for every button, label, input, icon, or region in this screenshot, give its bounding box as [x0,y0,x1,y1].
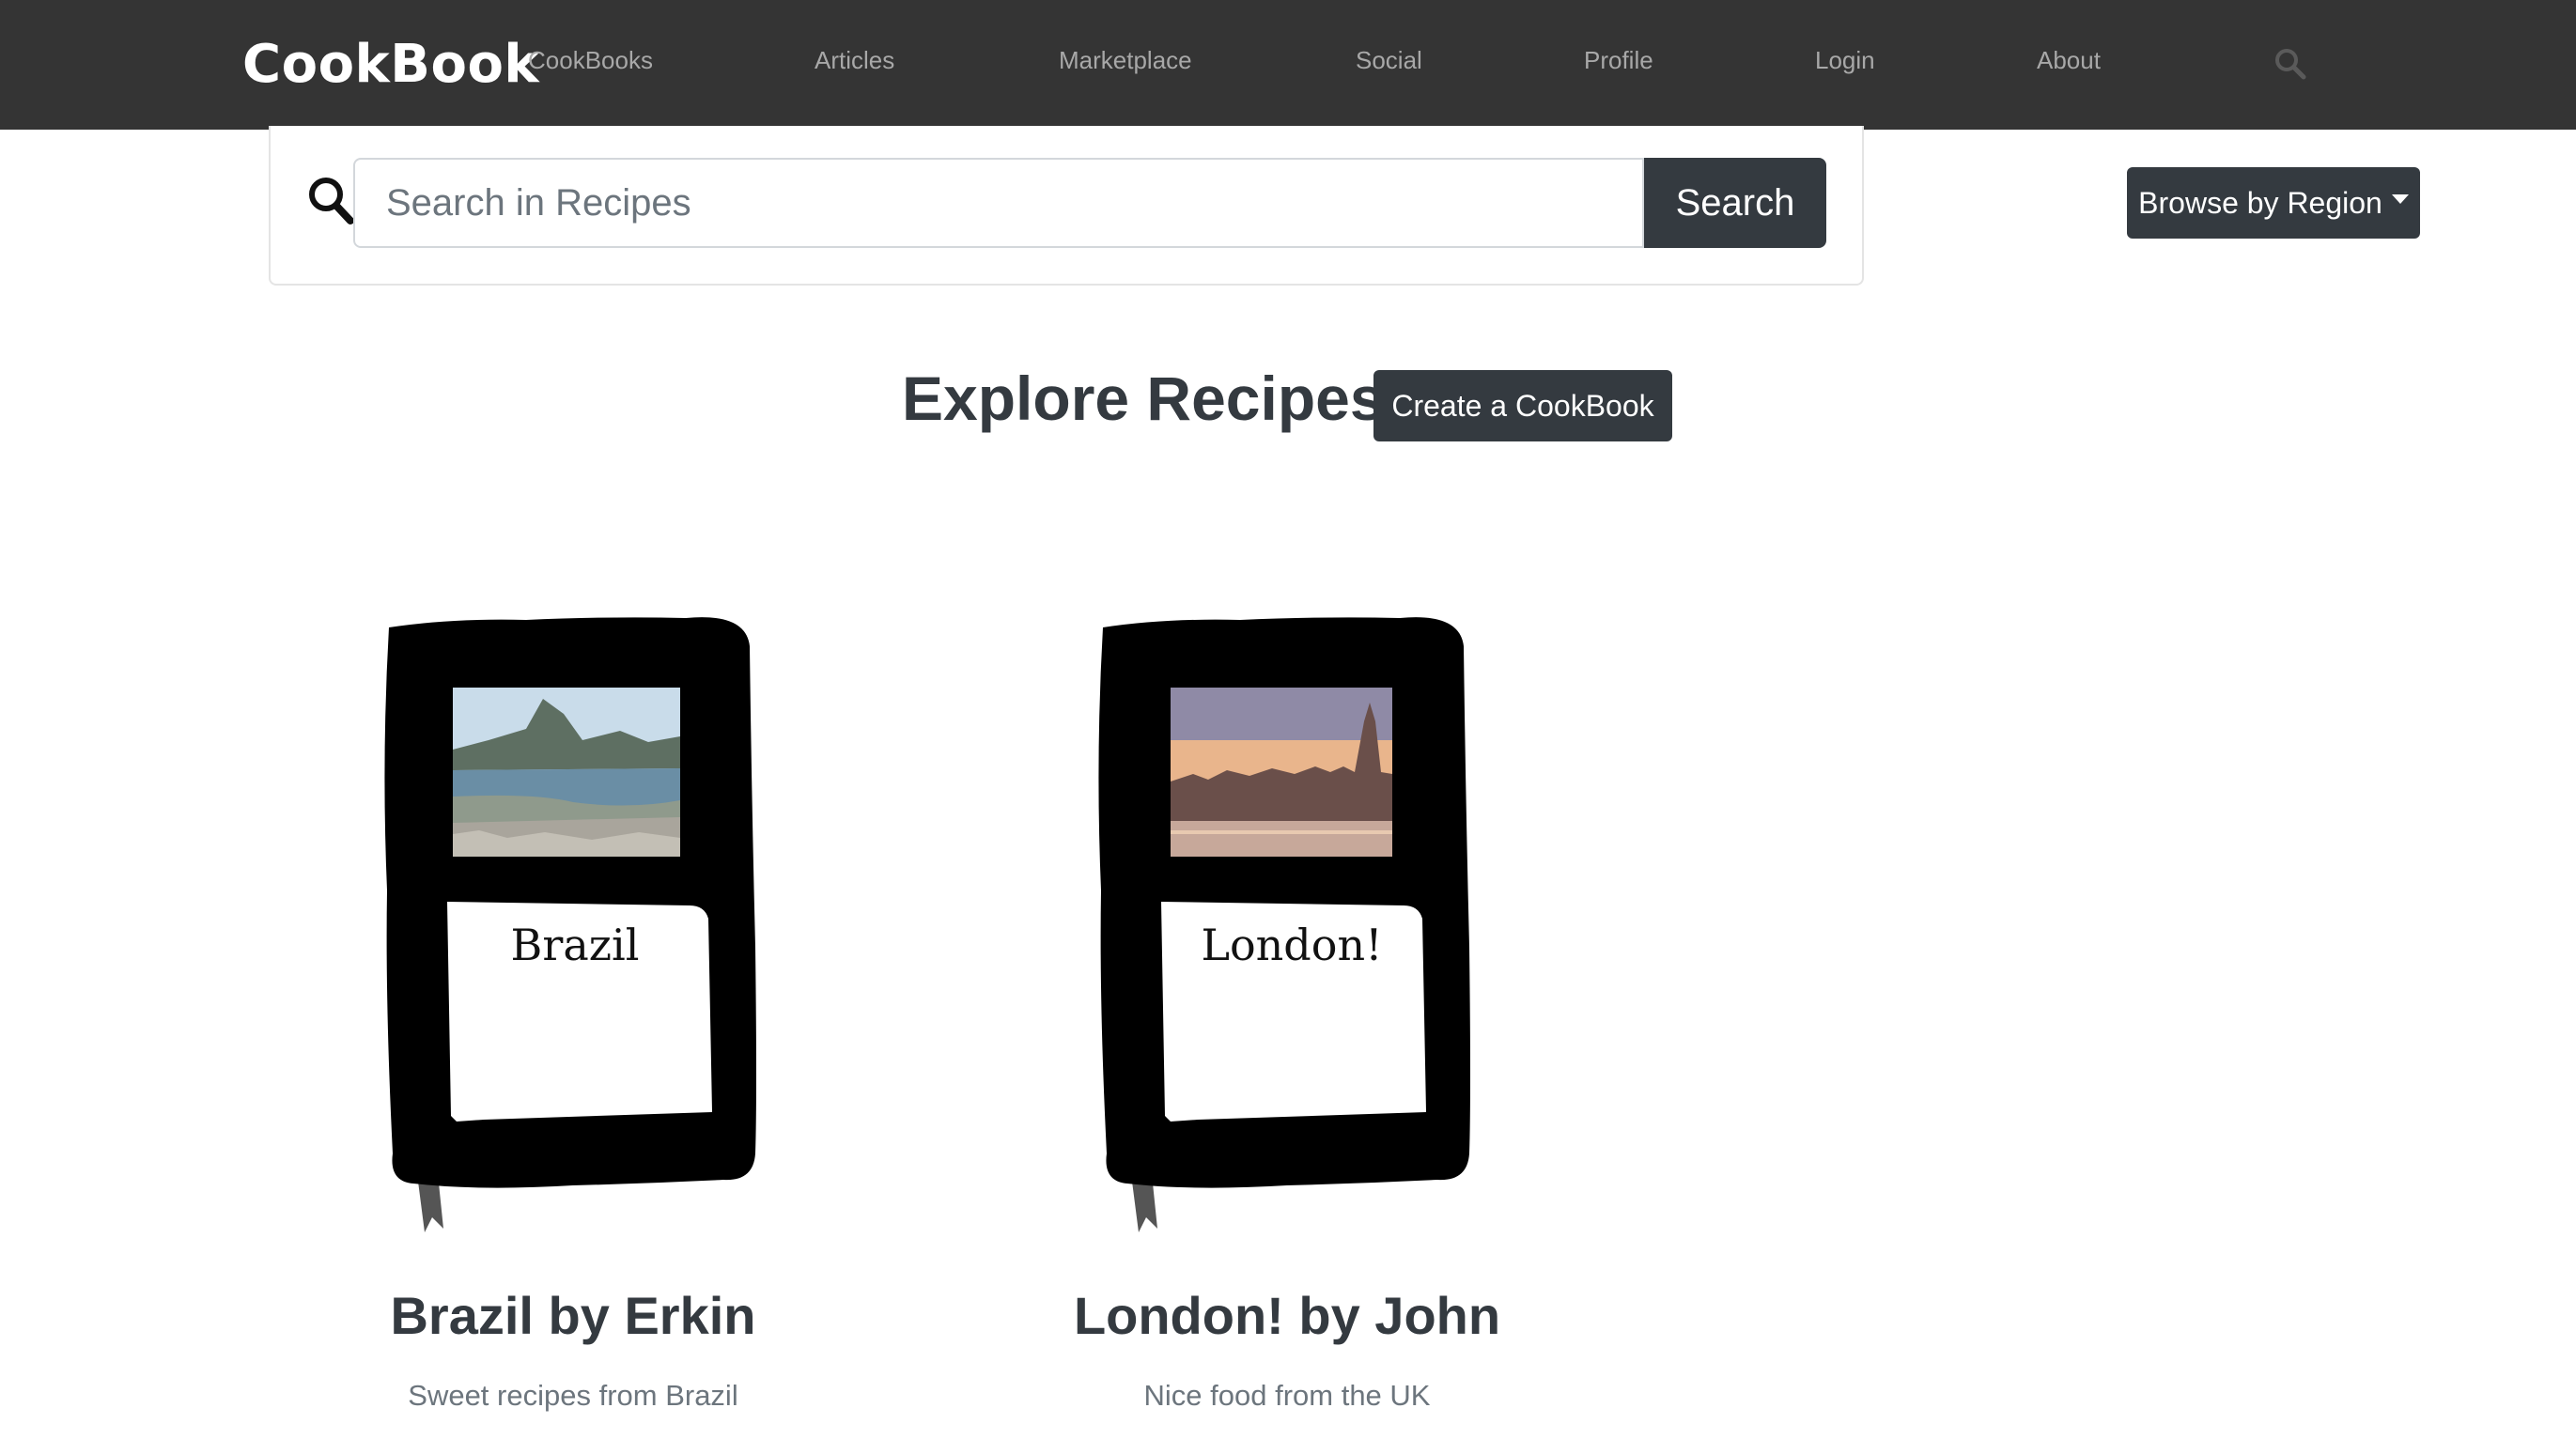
browse-by-region-dropdown[interactable]: Browse by Region [2127,167,2420,239]
top-navbar: CookBook CookBooks Articles Marketplace … [0,0,2576,130]
cookbook-description: Nice food from the UK [1143,1379,1431,1412]
cookbook-cover-label: Brazil [511,920,640,970]
nav-link-login[interactable]: Login [1815,43,1875,77]
cookbook-card-london[interactable]: London! London! by John Nice food from t… [1005,609,1569,1439]
cookbook-cover-image: London! [1098,617,1470,1232]
brand-logo[interactable]: CookBook [242,32,539,98]
cookbook-cover-image: Brazil [384,617,756,1232]
cookbook-description: Sweet recipes from Brazil [408,1379,738,1412]
cookbook-card-brazil[interactable]: Brazil Brazil by Erkin Sweet recipes fro… [291,609,855,1439]
nav-link-about[interactable]: About [2037,43,2101,77]
london-parliament-photo [1171,688,1392,857]
nav-link-marketplace[interactable]: Marketplace [1059,43,1192,77]
rio-de-janeiro-bay-photo [453,688,680,857]
nav-link-social[interactable]: Social [1356,43,1422,77]
nav-link-articles[interactable]: Articles [815,43,894,77]
recipe-search-input[interactable] [353,158,1644,248]
page-title: Explore Recipes [902,364,1385,433]
search-icon [309,178,354,224]
cookbook-title[interactable]: Brazil by Erkin [291,1283,855,1349]
nav-link-cookbooks[interactable]: CookBooks [528,43,653,77]
caret-down-icon [2391,194,2409,204]
create-cookbook-button[interactable]: Create a CookBook [1373,370,1672,441]
search-button[interactable]: Search [1644,158,1826,248]
cookbook-cover-label: London! [1201,920,1382,970]
cookbook-title[interactable]: London! by John [1005,1283,1569,1349]
nav-link-profile[interactable]: Profile [1584,43,1653,77]
browse-by-region-label: Browse by Region [2138,185,2382,220]
search-icon[interactable] [2273,47,2307,81]
